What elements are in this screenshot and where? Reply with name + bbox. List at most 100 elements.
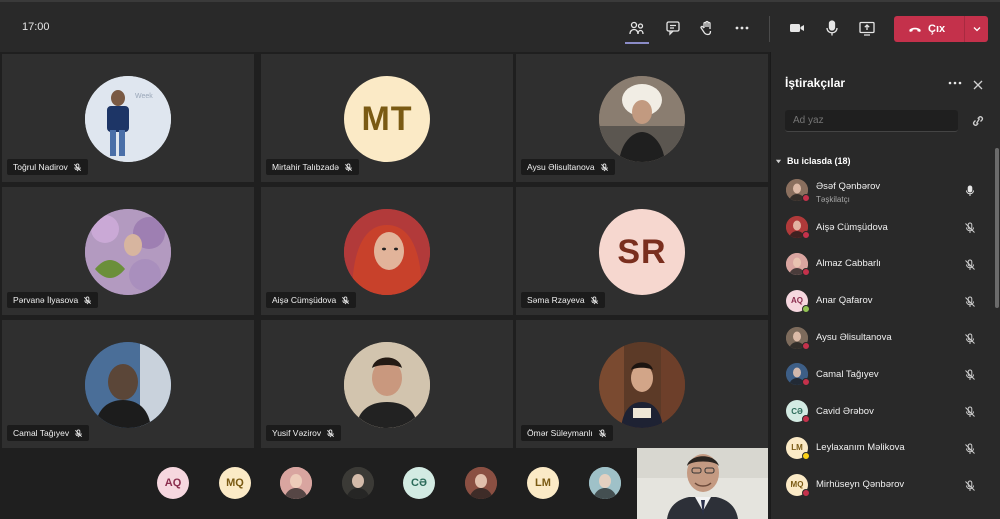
video-tile[interactable]: MT Mirtahir Talıbzadə (261, 54, 513, 182)
participant-name: Cavid Ərəbov (816, 405, 874, 417)
participant-row[interactable]: Aysu Əlisultanova (771, 319, 993, 356)
camera-icon (790, 24, 804, 32)
participant-search-input[interactable] (793, 115, 950, 126)
panel-scrollbar[interactable] (995, 148, 999, 308)
mic-off-icon (965, 443, 975, 454)
mic-off-icon (344, 162, 352, 171)
overflow-avatar-initials[interactable]: LM (527, 467, 559, 499)
avatar-photo (85, 209, 171, 295)
leave-button[interactable]: Çıx (894, 16, 988, 42)
participant-avatar: AQ (786, 289, 810, 313)
participant-avatar (786, 326, 810, 350)
overflow-avatar-initials[interactable]: AQ (157, 467, 189, 499)
participant-row[interactable]: MQ Mirhüseyn Qənbərov (771, 466, 993, 503)
mic-off-icon (75, 428, 83, 437)
presence-status-dot (802, 231, 810, 240)
participant-avatar-initials: MQ (790, 480, 804, 490)
presence-status-dot (802, 304, 810, 313)
participant-name: Aysu Əlisultanova (816, 332, 892, 344)
video-grid: Week Toğrul Nadirov MT Mirtahir Talıbzadə Ay… (2, 52, 768, 448)
participant-name-tag: Camal Tağıyev (7, 425, 90, 441)
video-tile[interactable]: Camal Tağıyev (2, 320, 254, 448)
participant-name: Aysu Əlisultanova (527, 162, 595, 172)
mic-off-icon (327, 428, 335, 437)
svg-text:Week: Week (135, 93, 153, 100)
video-tile[interactable]: Yusif Vəzirov (261, 320, 513, 448)
participant-mic-status[interactable] (964, 368, 976, 381)
avatar-photo-image (342, 467, 374, 499)
participant-name: Səma Rzayeva (527, 295, 585, 305)
participant-name: Mirtahir Talıbzadə (272, 162, 339, 172)
participant-mic-status[interactable] (964, 295, 976, 307)
participant-avatar-initials: AQ (791, 296, 803, 306)
video-tile[interactable]: SR Səma Rzayeva (516, 187, 768, 315)
mic-off-icon (965, 296, 975, 307)
presence-status-dot (802, 267, 810, 276)
participant-row[interactable]: Aişə Cümşüdova (771, 209, 993, 246)
participant-avatar-initials: CƏ (791, 406, 803, 416)
self-video-preview[interactable] (637, 448, 768, 519)
participant-search-field[interactable] (785, 110, 958, 132)
participant-mic-status[interactable] (964, 221, 976, 234)
more-actions-button[interactable] (730, 16, 754, 40)
chat-button[interactable] (661, 16, 685, 40)
participant-avatar (786, 252, 810, 276)
section-label: Bu iclasda (18) (787, 156, 851, 166)
participant-mic-status[interactable] (964, 405, 976, 418)
avatar-photo-image (465, 467, 497, 499)
participant-row[interactable]: AQ Anar Qafarov (771, 282, 993, 319)
people-button[interactable] (625, 16, 649, 40)
active-indicator (625, 42, 649, 44)
video-tile[interactable]: Aişə Cümşüdova (261, 187, 513, 315)
chevron-down-icon (973, 27, 980, 32)
video-tile[interactable]: Ömər Süleymanlı (516, 320, 768, 448)
overflow-avatar-initials[interactable]: CƏ (403, 467, 435, 499)
participant-name: Toğrul Nadirov (13, 162, 68, 172)
in-meeting-section-header[interactable]: Bu iclasda (18) (775, 156, 851, 166)
video-tile[interactable]: Pərvanə İlyasova (2, 187, 254, 315)
participant-row[interactable]: Almaz Cabbarlı (771, 246, 993, 283)
participant-row[interactable]: Camal Tağıyev (771, 356, 993, 393)
participant-name-tag: Pərvanə İlyasova (7, 292, 99, 308)
share-screen-button[interactable] (855, 16, 879, 40)
presence-status-dot (802, 488, 810, 497)
participant-name: Camal Tağıyev (816, 368, 879, 380)
panel-close-button[interactable] (971, 78, 985, 92)
participant-mic-status[interactable] (964, 479, 976, 491)
mic-off-icon (965, 333, 975, 344)
leave-label: Çıx (928, 23, 946, 35)
video-tile[interactable]: Week Toğrul Nadirov (2, 54, 254, 182)
panel-more-button[interactable] (947, 76, 963, 90)
camera-button[interactable] (785, 16, 809, 40)
participant-name: Anar Qafarov (816, 295, 873, 307)
panel-title: İştirakçılar (785, 76, 846, 90)
more-icon (735, 26, 749, 30)
video-tile[interactable]: Aysu Əlisultanova (516, 54, 768, 182)
participant-name: Camal Tağıyev (13, 428, 70, 438)
overflow-avatar-photo[interactable] (589, 467, 621, 499)
hang-up-icon (909, 27, 921, 32)
microphone-button[interactable] (820, 16, 844, 40)
participant-mic-status[interactable] (964, 332, 976, 344)
participant-name-tag: Yusif Vəzirov (266, 425, 342, 441)
participant-name: Ömər Süleymanlı (527, 428, 593, 438)
participant-row[interactable]: Əsəf Qənbərov Təşkilatçı (771, 172, 993, 209)
avatar-photo-image (589, 467, 621, 499)
overflow-avatar-initials[interactable]: MQ (219, 467, 251, 499)
avatar-initials-text: SR (617, 232, 667, 271)
overflow-avatar-photo[interactable] (342, 467, 374, 499)
overflow-avatar-photo[interactable] (280, 467, 312, 499)
leave-options-button[interactable] (965, 24, 988, 34)
raise-hand-button[interactable] (695, 16, 719, 40)
overflow-avatar-photo[interactable] (465, 467, 497, 499)
leave-main[interactable]: Çıx (894, 16, 964, 42)
participant-mic-status[interactable] (964, 184, 976, 197)
avatar-photo-image (280, 467, 312, 499)
chat-icon (666, 21, 680, 36)
participant-mic-status[interactable] (964, 442, 976, 454)
share-invite-button[interactable] (970, 114, 986, 128)
participant-row[interactable]: CƏ Cavid Ərəbov (771, 393, 993, 430)
self-video-image (637, 448, 768, 519)
participant-mic-status[interactable] (964, 258, 976, 270)
participant-row[interactable]: LM Leylaxanım Məlikova (771, 430, 993, 467)
